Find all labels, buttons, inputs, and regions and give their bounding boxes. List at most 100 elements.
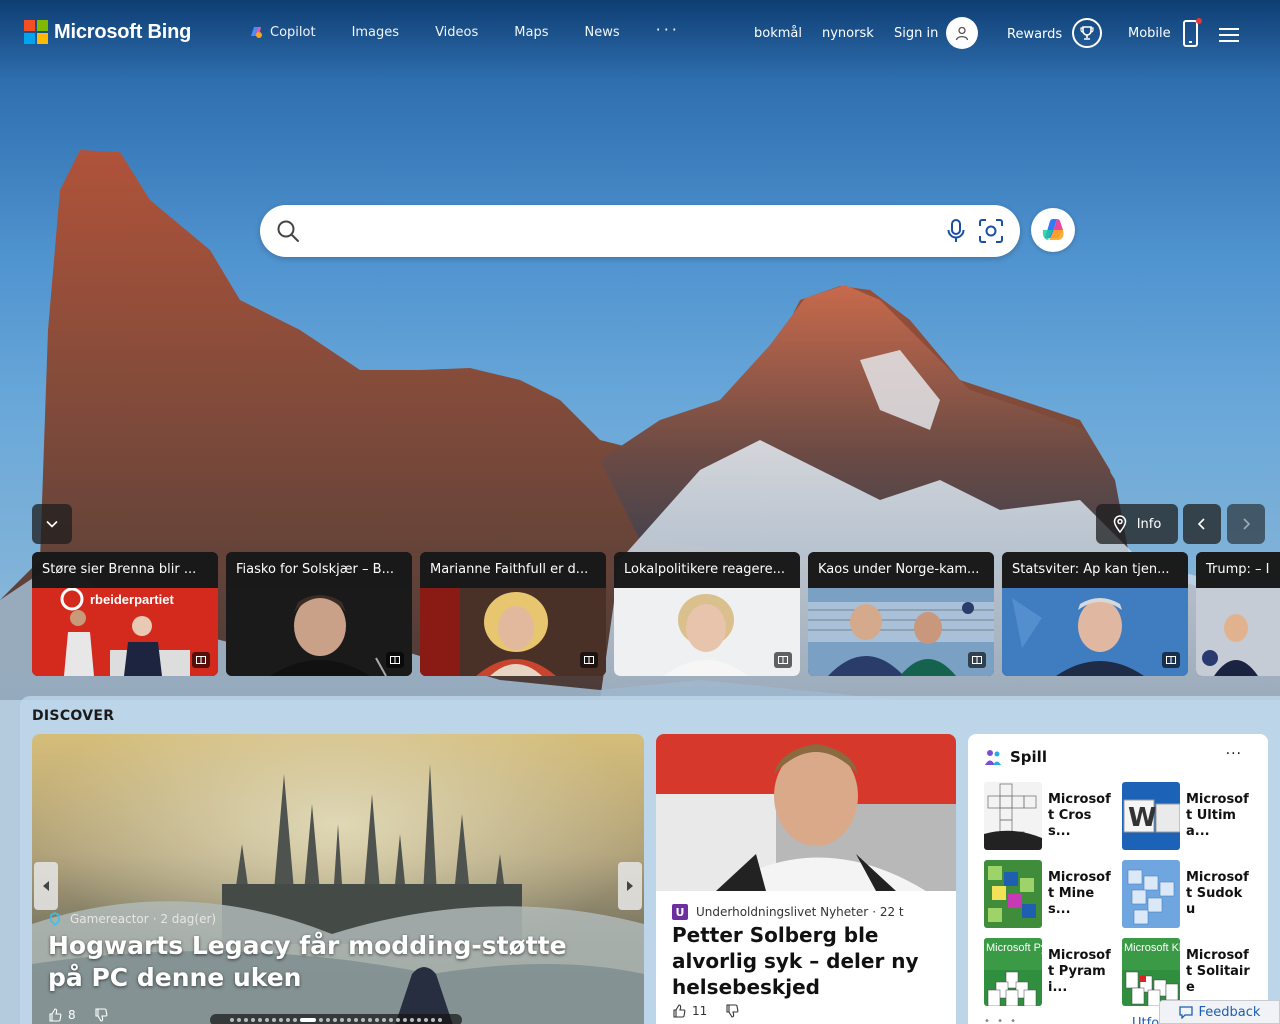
caret-left-icon xyxy=(43,881,49,891)
article-card[interactable]: U Underholdningslivet Nyheter · 22 t Pet… xyxy=(656,734,956,1024)
main-nav: Copilot Images Videos Maps News ··· xyxy=(248,20,716,40)
search-icon[interactable] xyxy=(276,219,300,243)
caret-right-icon xyxy=(627,881,633,891)
game-item[interactable]: Microsoft Pyramid Microsoft Pyrami... xyxy=(984,938,1112,1006)
slideshow-icon xyxy=(386,652,404,668)
news-tile-title: Støre sier Brenna blir ... xyxy=(32,552,218,588)
news-tile[interactable]: Støre sier Brenna blir ... rbeiderpartie… xyxy=(32,552,218,676)
next-image-button[interactable] xyxy=(1227,504,1265,544)
sign-in-label: Sign in xyxy=(894,25,939,41)
games-pagination[interactable]: • • • xyxy=(984,1016,1018,1024)
thumbs-down-icon[interactable] xyxy=(725,1004,739,1018)
news-tile-image xyxy=(808,588,994,676)
tile-image-text: rbeiderpartiet xyxy=(90,592,174,607)
feedback-icon xyxy=(1178,1006,1193,1019)
rewards-button[interactable]: Rewards xyxy=(1007,16,1103,50)
microsoft-logo-icon xyxy=(24,20,48,44)
games-icon xyxy=(985,750,1001,765)
games-card: Spill ··· Microsoft Cross... W Microsoft… xyxy=(968,734,1268,1024)
previous-image-button[interactable] xyxy=(1183,504,1221,544)
feedback-button[interactable]: Feedback xyxy=(1159,1000,1280,1024)
game-name: Microsoft Mines... xyxy=(1048,870,1111,917)
thumbs-up-icon[interactable] xyxy=(48,1008,62,1022)
klondike-thumb-label: Microsoft Klondike xyxy=(1124,942,1180,954)
hero-prev-button[interactable] xyxy=(34,862,58,910)
image-info-button[interactable]: Info xyxy=(1096,504,1178,544)
slideshow-icon xyxy=(580,652,598,668)
news-tile[interactable]: Trump: – I xyxy=(1196,552,1280,676)
game-item[interactable]: Microsoft Mines... xyxy=(984,860,1112,928)
brand-name: Microsoft Bing xyxy=(54,20,192,43)
hero-next-button[interactable] xyxy=(618,862,642,910)
nav-more-button[interactable]: ··· xyxy=(656,18,680,40)
news-tile[interactable]: Fiasko for Solskjær – B... xyxy=(226,552,412,676)
game-name: Microsoft Solitaire xyxy=(1186,948,1250,995)
games-more-button[interactable]: ··· xyxy=(1226,746,1242,762)
notification-dot xyxy=(1195,17,1202,24)
hero-time: · 2 dag(er) xyxy=(152,912,217,926)
news-tile[interactable]: Lokalpolitikere reagere... xyxy=(614,552,800,676)
slideshow-icon xyxy=(192,652,210,668)
hero-title: Hogwarts Legacy får modding-støtte på PC… xyxy=(48,931,567,992)
chevron-down-icon xyxy=(46,520,58,528)
hero-pagination[interactable] xyxy=(210,1014,462,1024)
nav-images[interactable]: Images xyxy=(352,24,400,40)
news-tile-title: Statsviter: Ap kan tjen... xyxy=(1002,552,1188,588)
hamburger-menu-icon[interactable] xyxy=(1219,16,1239,50)
news-tile-title: Kaos under Norge-kam... xyxy=(808,552,994,588)
trophy-icon xyxy=(1072,18,1103,48)
mobile-label: Mobile xyxy=(1128,25,1171,41)
source-logo-icon: U xyxy=(672,904,688,920)
microphone-icon[interactable] xyxy=(946,218,966,244)
game-item[interactable]: Microsoft Sudoku xyxy=(1122,860,1250,928)
game-item[interactable]: W Microsoft Ultima... xyxy=(1122,782,1250,850)
mobile-button[interactable]: Mobile xyxy=(1128,16,1202,50)
visual-search-icon[interactable] xyxy=(978,218,1004,244)
avatar xyxy=(946,17,979,49)
news-tile-title: Marianne Faithfull er d... xyxy=(420,552,606,588)
game-name: Microsoft Sudoku xyxy=(1186,870,1249,917)
slideshow-icon xyxy=(774,652,792,668)
news-strip: Støre sier Brenna blir ... rbeiderpartie… xyxy=(32,552,1280,676)
info-label: Info xyxy=(1136,516,1162,532)
pyramid-thumb-label: Microsoft Pyramid xyxy=(986,942,1042,954)
games-explore-link[interactable]: Utfo xyxy=(1132,1016,1159,1024)
thumbs-down-icon[interactable] xyxy=(94,1008,108,1022)
news-tile[interactable]: Kaos under Norge-kam... xyxy=(808,552,994,676)
bing-logo[interactable]: Microsoft Bing xyxy=(24,20,191,44)
nav-videos[interactable]: Videos xyxy=(435,24,478,40)
nav-copilot[interactable]: Copilot xyxy=(248,24,316,40)
collapse-button[interactable] xyxy=(32,504,72,544)
thumbs-up-icon[interactable] xyxy=(672,1004,686,1018)
news-tile-image xyxy=(614,588,800,676)
lang-bokmal[interactable]: bokmål xyxy=(754,16,802,50)
copilot-icon xyxy=(251,27,262,38)
game-name: Microsoft Ultima... xyxy=(1186,792,1249,839)
news-tile[interactable]: Marianne Faithfull er d... xyxy=(420,552,606,676)
slideshow-icon xyxy=(1162,652,1180,668)
game-item[interactable]: Microsoft Cross... xyxy=(984,782,1112,850)
nav-maps[interactable]: Maps xyxy=(514,24,548,40)
game-item[interactable]: Microsoft Klondike Microsoft Solitaire xyxy=(1122,938,1250,1006)
nav-news[interactable]: News xyxy=(584,24,619,40)
article-source: U Underholdningslivet Nyheter · 22 t xyxy=(672,904,904,920)
chevron-left-icon xyxy=(1197,518,1205,530)
article-image xyxy=(656,734,956,891)
games-title: Spill xyxy=(1010,748,1047,766)
location-pin-icon xyxy=(1113,515,1126,533)
news-tile-image: rbeiderpartiet xyxy=(32,588,218,676)
news-tile[interactable]: Statsviter: Ap kan tjen... xyxy=(1002,552,1188,676)
chevron-right-icon xyxy=(1243,518,1251,530)
copilot-search-button[interactable] xyxy=(1031,208,1075,252)
user-icon xyxy=(956,26,969,41)
game-name: Microsoft Cross... xyxy=(1048,792,1111,839)
sign-in-button[interactable]: Sign in xyxy=(894,16,979,50)
news-tile-title: Trump: – I xyxy=(1196,552,1280,588)
hero-article-card[interactable]: Gamereactor · 2 dag(er) Hogwarts Legacy … xyxy=(32,734,644,1024)
slideshow-icon xyxy=(968,652,986,668)
hero-reactions: 8 xyxy=(48,1008,108,1022)
discover-title: DISCOVER xyxy=(32,708,115,724)
rewards-label: Rewards xyxy=(1007,26,1063,42)
search-input[interactable] xyxy=(312,215,932,247)
lang-nynorsk[interactable]: nynorsk xyxy=(822,16,874,50)
